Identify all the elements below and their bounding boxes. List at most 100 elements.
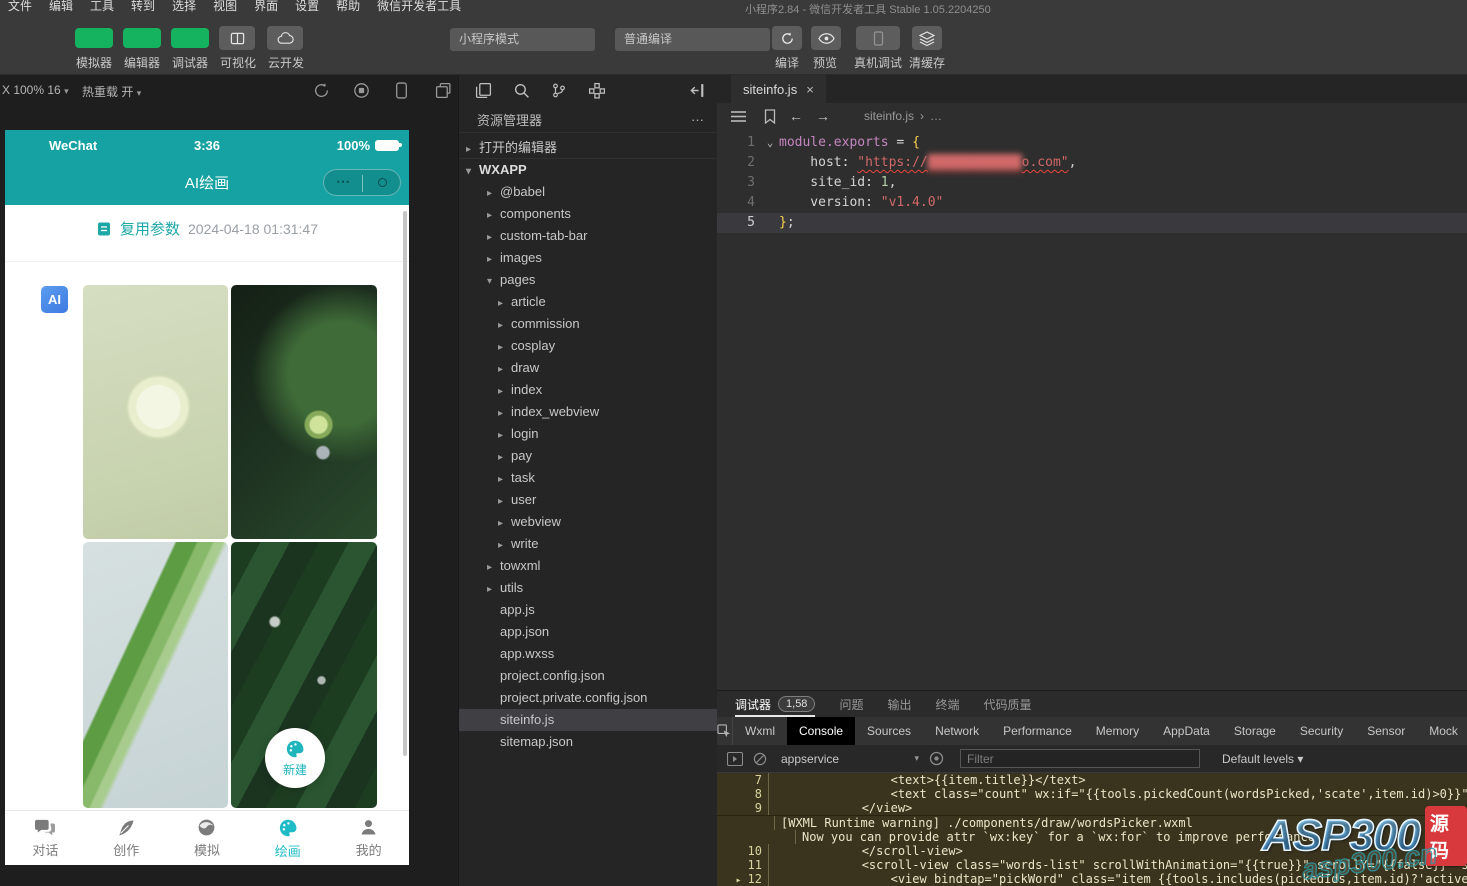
device-debug-button[interactable] bbox=[856, 26, 900, 50]
menu-item[interactable]: 转到 bbox=[131, 0, 155, 13]
capsule-menu[interactable]: ⋯ bbox=[323, 169, 401, 196]
tab-mine[interactable]: 我的 bbox=[328, 811, 409, 865]
debugger-tab[interactable]: 代码质量 bbox=[983, 691, 1031, 717]
miniapp-content[interactable]: 复用参数 2024-04-18 01:31:47 AI 新建 bbox=[5, 205, 409, 810]
tree-item[interactable]: app.wxss bbox=[459, 643, 718, 665]
extensions-icon[interactable] bbox=[588, 82, 605, 99]
close-icon[interactable]: × bbox=[806, 82, 814, 97]
record-icon[interactable] bbox=[353, 82, 371, 100]
tab-siteinfo-js[interactable]: siteinfo.js × bbox=[731, 75, 826, 103]
tree-item[interactable]: towxml bbox=[459, 555, 718, 577]
new-drawing-fab[interactable]: 新建 bbox=[265, 728, 325, 788]
editor-toggle[interactable] bbox=[123, 28, 161, 48]
devtools-tab[interactable]: Performance bbox=[991, 717, 1084, 745]
outline-icon[interactable] bbox=[731, 110, 746, 123]
tree-item[interactable]: index bbox=[459, 379, 718, 401]
generated-image-2[interactable] bbox=[231, 285, 377, 539]
devtools-tab[interactable]: Storage bbox=[1222, 717, 1288, 745]
collapse-sidebar-icon[interactable] bbox=[689, 82, 706, 104]
context-select[interactable]: appservice▾ bbox=[781, 752, 919, 766]
tree-item[interactable]: pay bbox=[459, 445, 718, 467]
tree-item[interactable]: login bbox=[459, 423, 718, 445]
devtools-tab[interactable]: Network bbox=[923, 717, 991, 745]
bookmark-icon[interactable] bbox=[764, 109, 776, 124]
menu-item[interactable]: 设置 bbox=[295, 0, 319, 13]
devtools-tab[interactable]: Wxml bbox=[733, 717, 787, 745]
search-icon[interactable] bbox=[513, 82, 530, 99]
devtools-tab[interactable]: Sources bbox=[855, 717, 923, 745]
compile-button[interactable] bbox=[772, 26, 802, 50]
inspect-cursor-icon[interactable] bbox=[717, 717, 733, 745]
console-eye-icon[interactable] bbox=[929, 751, 944, 766]
tree-item[interactable]: draw bbox=[459, 357, 718, 379]
debugger-toggle[interactable] bbox=[171, 28, 209, 48]
fold-chevron-icon[interactable]: ⌄ bbox=[761, 133, 779, 153]
menu-item[interactable]: 微信开发者工具 bbox=[377, 0, 461, 13]
menu-item[interactable]: 选择 bbox=[172, 0, 196, 13]
tree-item[interactable]: cosplay bbox=[459, 335, 718, 357]
console-filter-input[interactable] bbox=[960, 749, 1200, 768]
debugger-tab[interactable]: 调试器1,58 bbox=[735, 691, 815, 717]
menu-item[interactable]: 工具 bbox=[90, 0, 114, 13]
nav-forward-icon[interactable]: → bbox=[816, 108, 830, 124]
log-levels-select[interactable]: Default levels ▾ bbox=[1222, 752, 1303, 766]
tree-item[interactable]: user bbox=[459, 489, 718, 511]
reuse-params-row[interactable]: 复用参数 2024-04-18 01:31:47 bbox=[5, 218, 409, 239]
devtools-tab[interactable]: Console bbox=[787, 717, 855, 745]
breadcrumb[interactable]: siteinfo.js › … bbox=[864, 109, 942, 123]
device-frame-icon[interactable] bbox=[395, 82, 413, 100]
tree-item[interactable]: webview bbox=[459, 511, 718, 533]
menu-item[interactable]: 帮助 bbox=[336, 0, 360, 13]
nav-back-icon[interactable]: ← bbox=[789, 108, 803, 124]
tree-item[interactable]: images bbox=[459, 247, 718, 269]
generated-image-1[interactable] bbox=[83, 285, 228, 539]
rotate-icon[interactable] bbox=[313, 82, 331, 100]
menu-item[interactable]: 界面 bbox=[254, 0, 278, 13]
clear-console-icon[interactable] bbox=[753, 752, 767, 766]
menu-item[interactable]: 文件 bbox=[8, 0, 32, 13]
cloud-dev-button[interactable] bbox=[267, 26, 303, 50]
tree-item[interactable]: index_webview bbox=[459, 401, 718, 423]
tab-chat[interactable]: 对话 bbox=[5, 811, 86, 865]
simulator-toggle[interactable] bbox=[75, 28, 113, 48]
more-dots-icon[interactable]: ⋯ bbox=[336, 173, 350, 190]
compile-mode-select[interactable]: 普通编译 bbox=[615, 28, 770, 51]
hot-reload-select[interactable]: 热重载 开 ▾ bbox=[82, 83, 141, 100]
tab-create[interactable]: 创作 bbox=[86, 811, 167, 865]
devtools-tab[interactable]: Sensor bbox=[1355, 717, 1417, 745]
tab-draw[interactable]: 绘画 bbox=[247, 811, 328, 865]
menu-item[interactable]: 编辑 bbox=[49, 0, 73, 13]
visualize-button[interactable] bbox=[219, 26, 255, 50]
tree-item[interactable]: 打开的编辑器 bbox=[459, 137, 718, 159]
tree-item[interactable]: project.private.config.json bbox=[459, 687, 718, 709]
preview-button[interactable] bbox=[811, 26, 841, 50]
tree-item[interactable]: sitemap.json bbox=[459, 731, 718, 753]
debugger-tab[interactable]: 问题 bbox=[839, 691, 863, 717]
eval-icon[interactable] bbox=[727, 752, 743, 766]
tree-item[interactable]: @babel bbox=[459, 181, 718, 203]
menu-item[interactable]: 视图 bbox=[213, 0, 237, 13]
debugger-tab[interactable]: 终端 bbox=[935, 691, 959, 717]
device-select[interactable]: X 100% 16 ▾ bbox=[2, 83, 69, 97]
mode-select[interactable]: 小程序模式 bbox=[450, 28, 595, 51]
tree-item[interactable]: commission bbox=[459, 313, 718, 335]
tree-item[interactable]: project.config.json bbox=[459, 665, 718, 687]
code-area[interactable]: 1⌄module.exports = { 2 host: "https://██… bbox=[717, 133, 1467, 233]
devtools-tab[interactable]: Memory bbox=[1084, 717, 1151, 745]
tree-item[interactable]: task bbox=[459, 467, 718, 489]
reuse-params-label[interactable]: 复用参数 bbox=[120, 218, 180, 239]
phone-scrollbar[interactable] bbox=[403, 211, 407, 756]
devtools-tab[interactable]: Security bbox=[1288, 717, 1355, 745]
tree-item[interactable]: app.js bbox=[459, 599, 718, 621]
git-branch-icon[interactable] bbox=[551, 82, 567, 99]
more-actions-icon[interactable]: ··· bbox=[691, 112, 704, 127]
tree-item[interactable]: article bbox=[459, 291, 718, 313]
tree-item[interactable]: WXAPP bbox=[459, 159, 718, 181]
tree-item[interactable]: write bbox=[459, 533, 718, 555]
debugger-tab[interactable]: 输出 bbox=[887, 691, 911, 717]
tab-simulate[interactable]: 模拟 bbox=[167, 811, 248, 865]
clear-cache-button[interactable] bbox=[912, 26, 942, 50]
tree-item[interactable]: pages bbox=[459, 269, 718, 291]
tree-item[interactable]: components bbox=[459, 203, 718, 225]
console-output[interactable]: 7 <text>{{item.title}}</text> 8 <text cl… bbox=[717, 773, 1467, 886]
